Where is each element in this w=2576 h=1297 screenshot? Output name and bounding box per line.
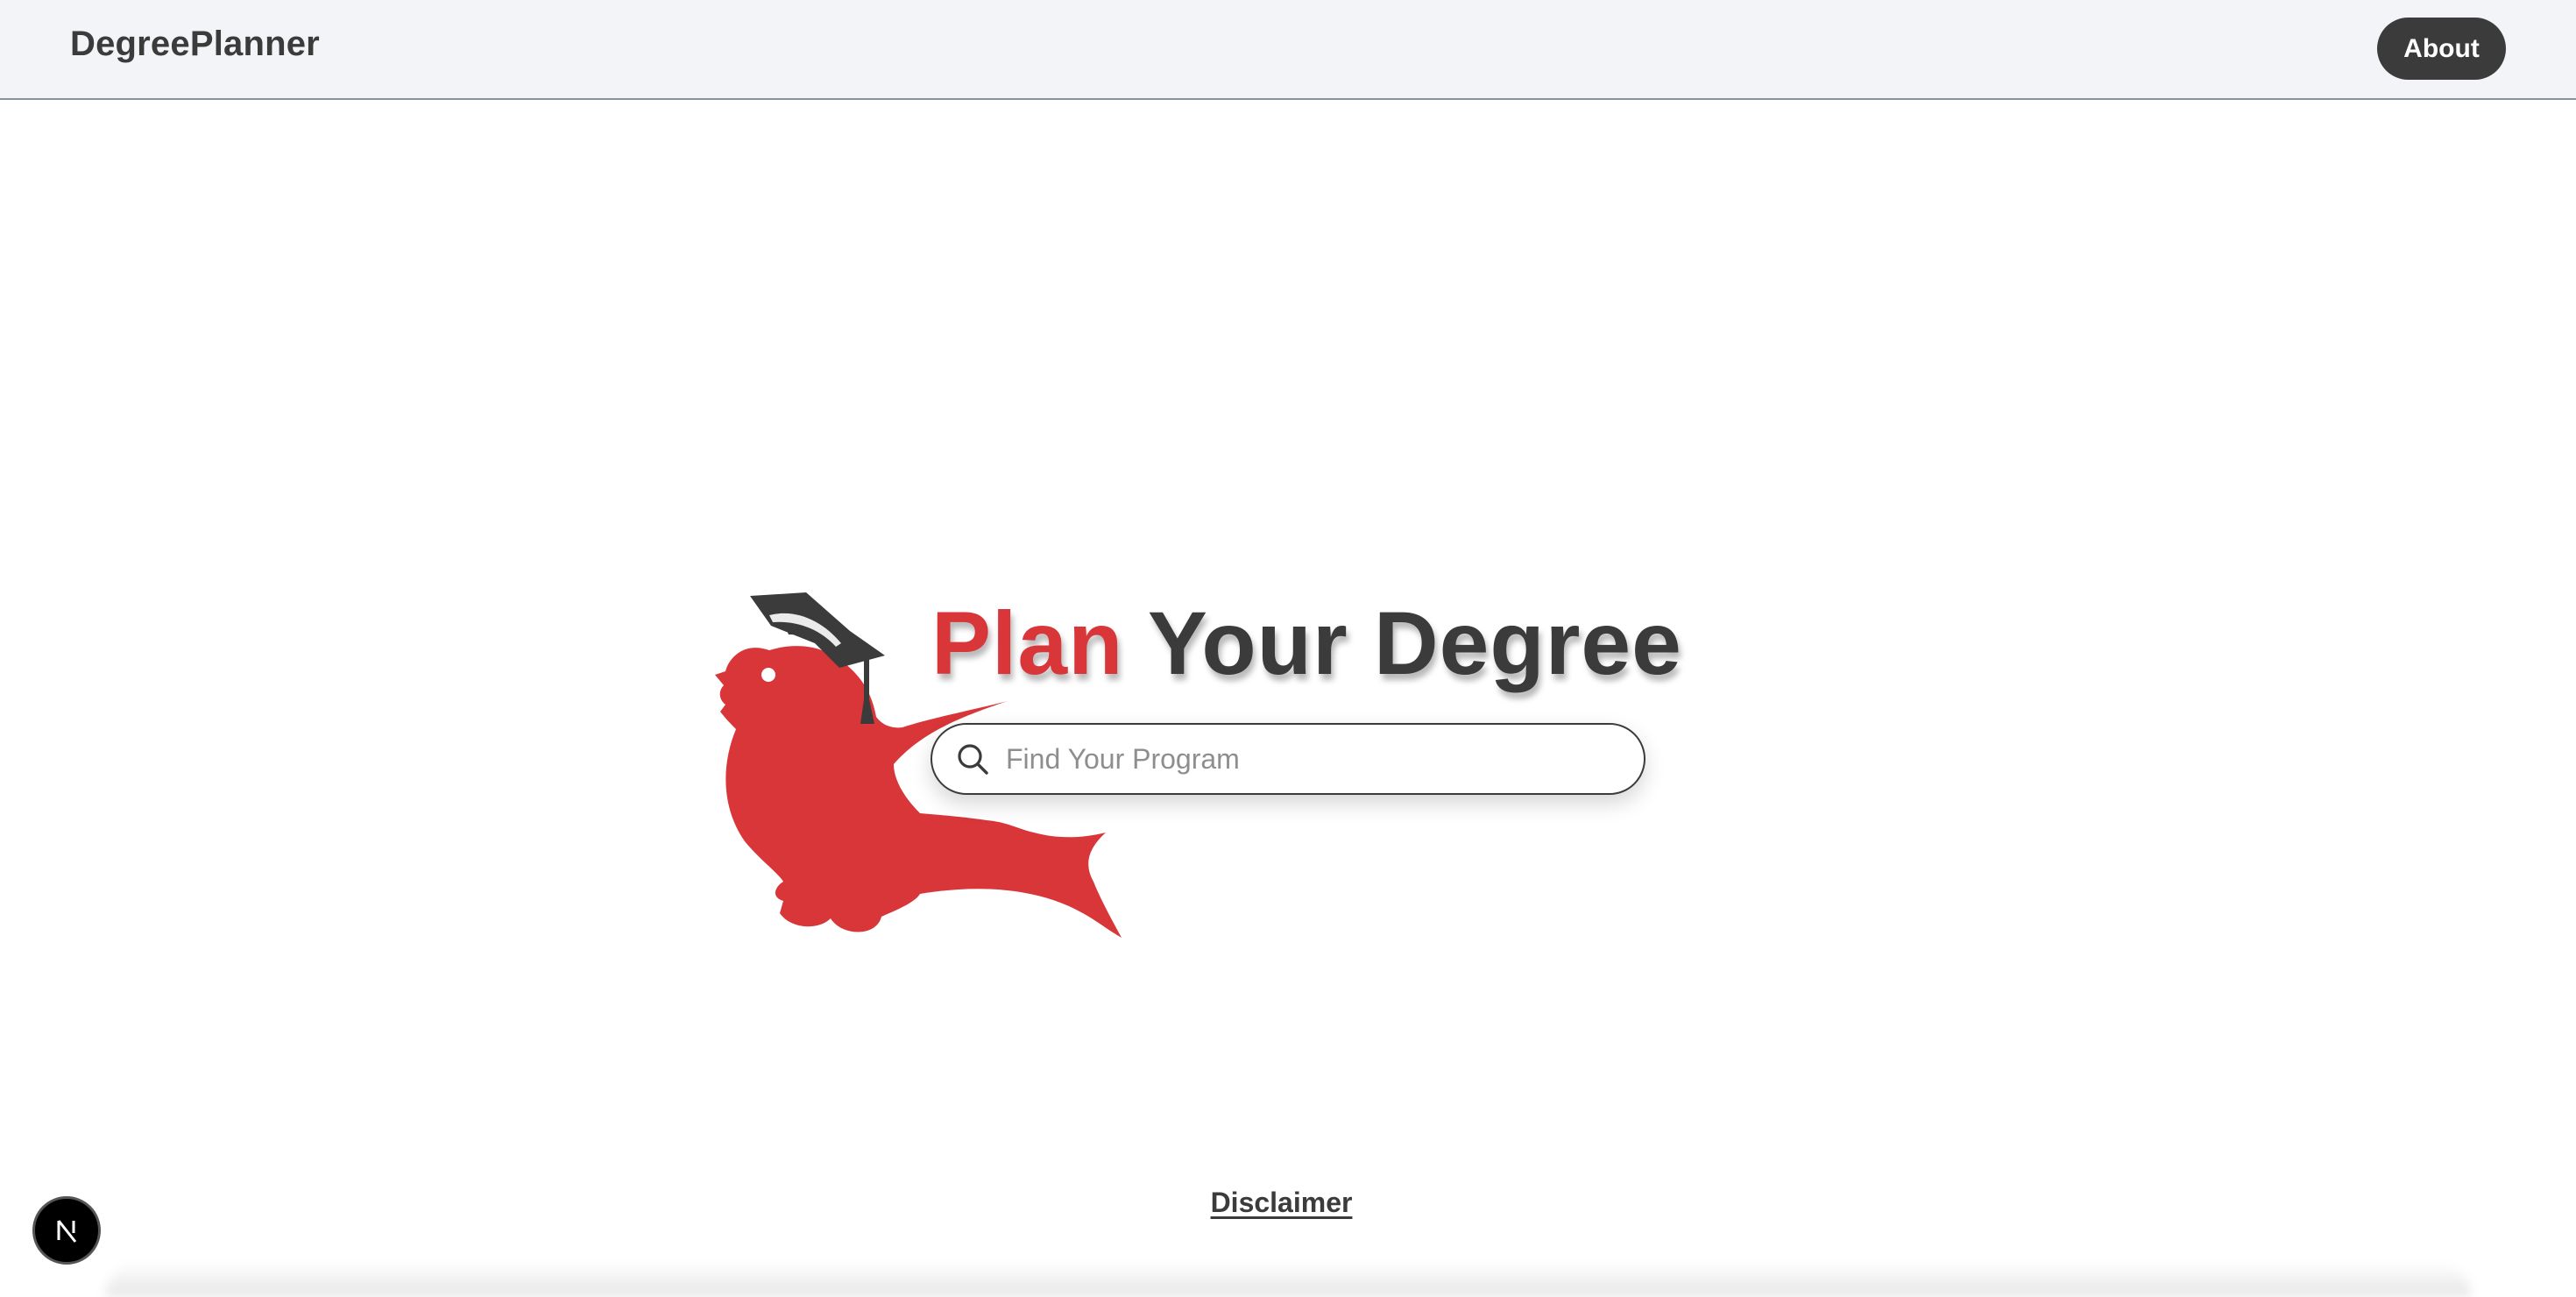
page-title: Plan Your Degree xyxy=(931,592,1682,695)
hero-section: Plan Your Degree xyxy=(710,587,1681,938)
title-accent: Plan xyxy=(931,593,1124,693)
top-nav-bar: DegreePlanner About xyxy=(0,0,2576,100)
nextjs-icon xyxy=(57,1220,77,1243)
footer-shadow xyxy=(105,1262,2471,1297)
disclaimer-link[interactable]: Disclaimer xyxy=(0,1187,2563,1219)
title-rest: Your Degree xyxy=(1147,593,1682,693)
about-button[interactable]: About xyxy=(2377,18,2506,80)
search-icon xyxy=(958,744,988,775)
brand-logo-text[interactable]: DegreePlanner xyxy=(70,25,320,64)
program-search-input[interactable] xyxy=(1004,732,1621,786)
nextjs-dev-badge[interactable] xyxy=(32,1196,101,1265)
program-search-box[interactable] xyxy=(931,723,1645,795)
